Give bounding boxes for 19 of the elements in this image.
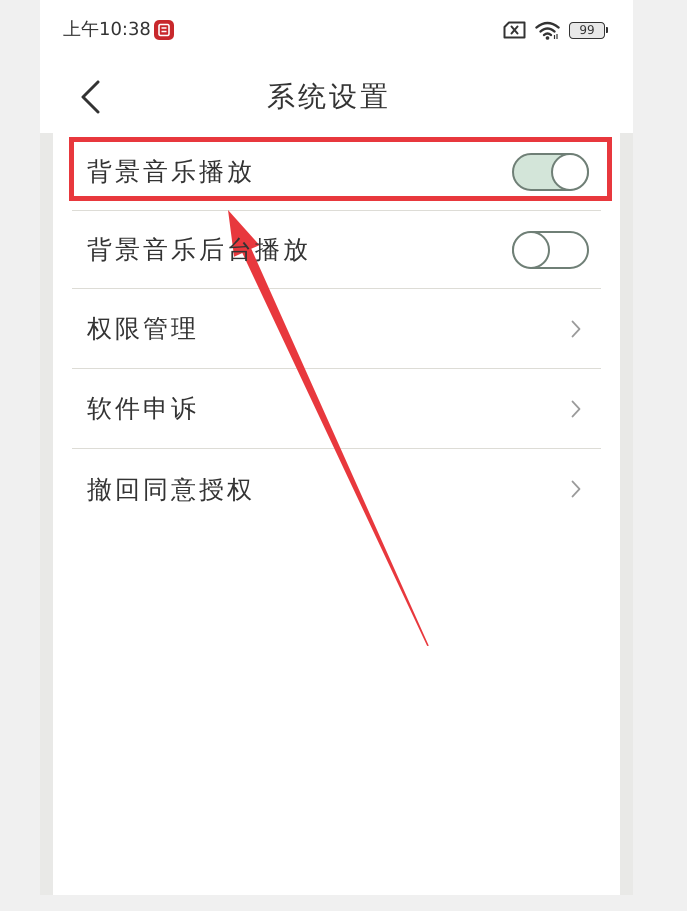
chevron-right-icon: [571, 320, 581, 338]
battery-indicator: 99: [569, 22, 608, 38]
wifi-icon: [535, 20, 560, 40]
back-icon: [80, 80, 100, 114]
chevron-right-icon: [571, 480, 581, 498]
setting-label: 软件申诉: [87, 396, 199, 421]
setting-label: 背景音乐播放: [87, 159, 255, 184]
settings-row[interactable]: 背景音乐播放: [72, 133, 601, 211]
back-button[interactable]: [80, 78, 102, 114]
sim-card-x-icon: [503, 21, 526, 39]
toggle-switch[interactable]: [512, 230, 589, 268]
chevron-right-icon: [571, 400, 581, 418]
app-notification-icon: [154, 20, 174, 40]
settings-row[interactable]: 撤回同意授权: [72, 449, 601, 529]
page-title: 系统设置: [267, 82, 391, 110]
setting-label: 撤回同意授权: [87, 476, 255, 502]
setting-label: 权限管理: [87, 316, 199, 341]
toggle-switch[interactable]: [512, 152, 589, 190]
status-time: 上午10:38: [63, 21, 151, 39]
